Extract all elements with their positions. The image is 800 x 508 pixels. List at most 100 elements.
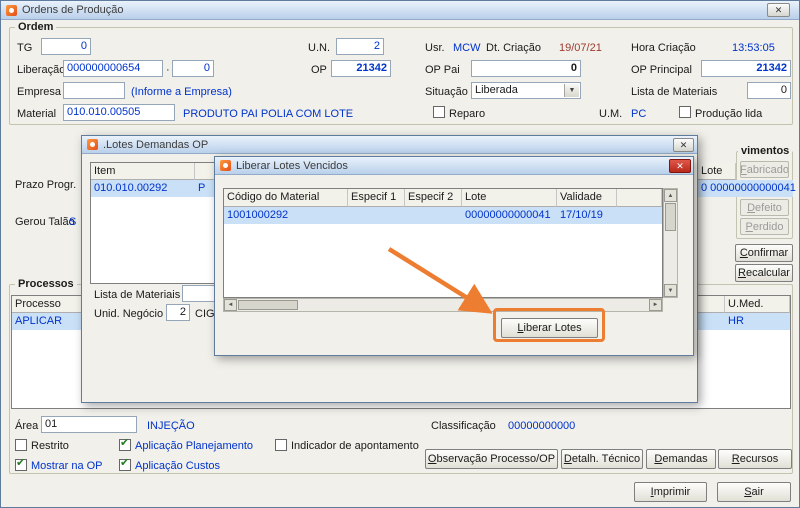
mostrar-na-op-label: Mostrar na OP: [31, 460, 103, 472]
situacao-select[interactable]: Liberada ▼: [471, 82, 581, 99]
lote-column-header[interactable]: Lote: [462, 189, 557, 207]
liberacao-field[interactable]: 000000000654: [63, 60, 163, 77]
tg-label: TG: [17, 42, 33, 54]
liberar-lotes-titlebar[interactable]: Liberar Lotes Vencidos: [215, 157, 693, 175]
lotes-demandas-titlebar[interactable]: .Lotes Demandas OP: [82, 136, 697, 154]
material-field[interactable]: 010.010.00505: [63, 104, 175, 121]
gerou-talao-value: S: [69, 216, 77, 228]
movimentos-group-label: vimentos: [738, 145, 793, 157]
main-titlebar[interactable]: Ordens de Produção: [1, 1, 799, 20]
window-title: Ordens de Produção: [22, 4, 124, 16]
area-desc: INJEÇÃO: [147, 420, 195, 432]
item-column-header[interactable]: Item: [91, 163, 195, 180]
vertical-scrollbar[interactable]: ▲ ▼: [663, 188, 678, 298]
validade-cell: 17/10/19: [560, 209, 603, 221]
reparo-label: Reparo: [449, 108, 486, 120]
umed-column-header[interactable]: U.Med.: [725, 296, 790, 313]
unid-negocio-label: Unid. Negócio: [94, 308, 164, 320]
un-field[interactable]: 2: [336, 38, 384, 55]
scroll-down-icon[interactable]: ▼: [664, 284, 677, 297]
classificacao-label: Classificação: [431, 420, 496, 432]
op-principal-field[interactable]: 21342: [701, 60, 791, 77]
check-icon: ✔: [120, 457, 130, 469]
especif1-cell: [348, 207, 405, 224]
area-label: Área: [15, 420, 39, 432]
close-icon[interactable]: ✕: [673, 138, 694, 152]
recalcular-button[interactable]: Recalcular: [735, 264, 793, 282]
recursos-button[interactable]: Recursos: [718, 449, 792, 469]
op-pai-field[interactable]: 0: [471, 60, 581, 77]
imprimir-button[interactable]: Imprimir: [634, 482, 707, 502]
empty-column-header[interactable]: [617, 189, 662, 207]
classificacao-value: 00000000000: [508, 420, 576, 432]
lista-materiais-dialog-field[interactable]: [182, 285, 218, 302]
demandas-button[interactable]: Demandas: [646, 449, 716, 469]
hora-criacao-value: 13:53:05: [732, 42, 775, 54]
restrito-checkbox[interactable]: [15, 439, 27, 451]
liberacao-label: Liberação: [17, 64, 66, 76]
codigo-material-column-header[interactable]: Código do Material: [224, 189, 348, 207]
producao-lida-checkbox[interactable]: [679, 106, 691, 118]
liberacao-separator: ·: [166, 64, 170, 76]
dt-criacao-label: Dt. Criação: [486, 42, 542, 54]
check-icon: ✔: [16, 457, 26, 469]
detalhe-tecnico-button[interactable]: Detalh. Técnico: [561, 449, 643, 469]
mostrar-na-op-checkbox[interactable]: ✔: [15, 457, 27, 471]
empresa-field[interactable]: [63, 82, 125, 99]
tg-field[interactable]: 0: [41, 38, 91, 55]
scroll-right-icon[interactable]: ►: [649, 299, 662, 311]
observacao-processo-op-button[interactable]: Observação Processo/OP: [425, 449, 558, 469]
aplicacao-planejamento-label: Aplicação Planejamento: [135, 440, 254, 452]
informe-empresa-link[interactable]: (Informe a Empresa): [131, 86, 232, 98]
confirmar-button[interactable]: Confirmar: [735, 244, 793, 262]
especif2-column-header[interactable]: Especif 2: [405, 189, 462, 207]
chevron-down-icon[interactable]: ▼: [564, 84, 579, 97]
op-label: OP: [311, 64, 327, 76]
usr-value: MCW: [453, 42, 481, 54]
scroll-up-icon[interactable]: ▲: [664, 189, 677, 202]
material-label: Material: [17, 108, 57, 120]
lote-column-header[interactable]: Lote: [698, 163, 736, 180]
fabricado-button[interactable]: Fabricado: [740, 161, 789, 178]
op-principal-label: OP Principal: [631, 64, 692, 76]
sair-button[interactable]: Sair: [717, 482, 791, 502]
item-cell: 010.010.00292: [94, 182, 168, 194]
liberar-lotes-row[interactable]: 1001000292 00000000000041 17/10/19: [224, 207, 662, 224]
restrito-label: Restrito: [31, 440, 69, 452]
prazo-progr-label: Prazo Progr.: [15, 179, 77, 191]
reparo-checkbox[interactable]: [433, 106, 445, 118]
liberacao-seq-field[interactable]: 0: [172, 60, 214, 77]
scrollbar-thumb[interactable]: [665, 203, 676, 231]
unid-negocio-field[interactable]: 2: [166, 304, 190, 321]
empresa-label: Empresa: [17, 86, 62, 98]
perdido-button[interactable]: Perdido: [740, 218, 789, 235]
especif2-cell: [405, 207, 462, 224]
validade-column-header[interactable]: Validade: [557, 189, 617, 207]
usr-label: Usr.: [425, 42, 445, 54]
close-icon[interactable]: ✕: [767, 3, 790, 17]
dt-criacao-value: 19/07/21: [559, 42, 602, 54]
area-field[interactable]: 01: [41, 416, 137, 433]
ordem-group-label: Ordem: [15, 21, 57, 33]
lista-materiais-field[interactable]: 0: [747, 82, 791, 99]
app-icon: [220, 160, 231, 171]
scrollbar-thumb[interactable]: [238, 300, 298, 310]
defeito-button[interactable]: Defeito: [740, 199, 789, 216]
app-icon: [6, 4, 17, 16]
aplicacao-planejamento-checkbox[interactable]: ✔: [119, 437, 131, 451]
especif1-column-header[interactable]: Especif 1: [348, 189, 405, 207]
lote-cell[interactable]: 0 00000000000041: [698, 180, 796, 197]
processos-group-label: Processos: [15, 278, 77, 290]
lotes-demandas-title: .Lotes Demandas OP: [103, 138, 209, 151]
indicador-apontamento-checkbox[interactable]: [275, 439, 287, 451]
aplicacao-custos-checkbox[interactable]: ✔: [119, 457, 131, 471]
um-label: U.M.: [599, 108, 623, 120]
close-icon[interactable]: ✕: [669, 159, 691, 173]
um-value: PC: [631, 108, 647, 120]
liberar-lotes-title: Liberar Lotes Vencidos: [236, 159, 348, 172]
app-icon: [87, 139, 98, 150]
op-field[interactable]: 21342: [331, 60, 391, 77]
situacao-label: Situação: [425, 86, 468, 98]
scroll-left-icon[interactable]: ◄: [224, 299, 237, 311]
lote-cell: 00000000000041: [465, 209, 551, 221]
